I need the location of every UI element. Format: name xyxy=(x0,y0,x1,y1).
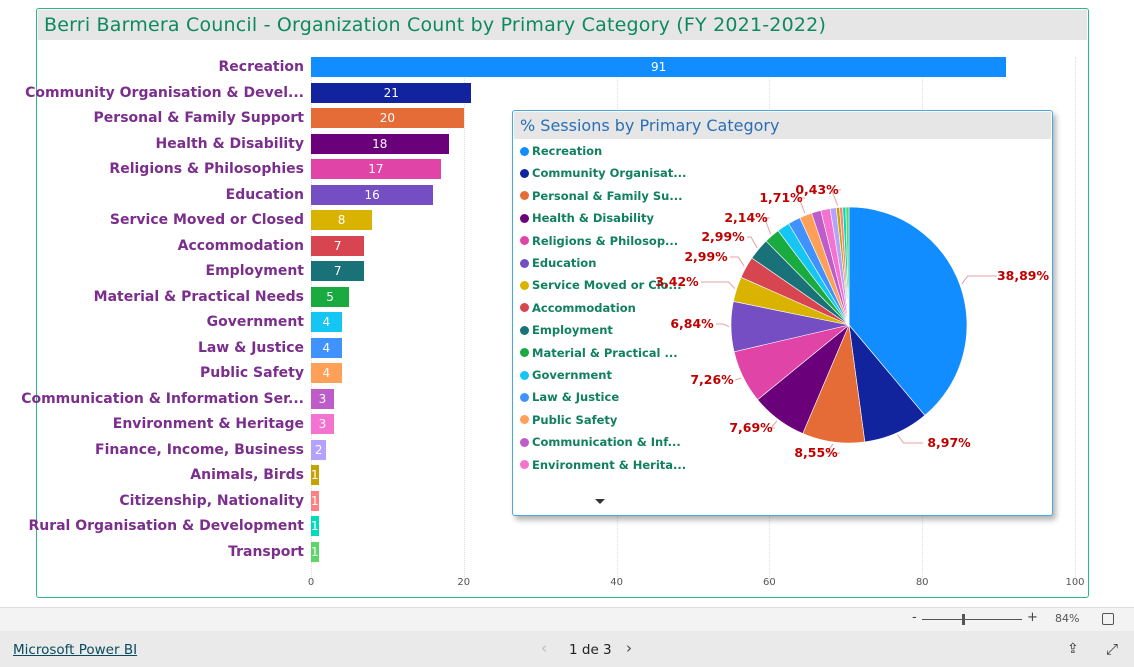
bar[interactable]: 3 xyxy=(311,388,334,409)
share-icon[interactable]: ⇪ xyxy=(1067,641,1079,657)
bar[interactable]: 7 xyxy=(311,261,365,281)
leader-line xyxy=(701,281,736,289)
category-label: Health & Disability xyxy=(155,135,304,152)
bar[interactable]: 4 xyxy=(311,363,342,383)
leader-line xyxy=(961,275,997,285)
category-label: Public Safety xyxy=(200,365,304,381)
pie-data-label: 2,14% xyxy=(724,210,768,225)
pie-data-label: 7,69% xyxy=(729,420,773,435)
bar[interactable]: 1 xyxy=(311,465,319,485)
x-tick-label: 40 xyxy=(610,577,623,588)
x-tick-label: 100 xyxy=(1065,577,1085,588)
pie-data-label: 2,99% xyxy=(684,249,728,264)
leader-line xyxy=(735,377,742,381)
category-label: Employment xyxy=(205,263,304,279)
pie-data-label: 2,99% xyxy=(701,229,745,244)
zoom-level: 84% xyxy=(1055,612,1080,625)
bar[interactable]: 21 xyxy=(311,82,472,103)
category-label: Transport xyxy=(228,543,304,560)
fullscreen-icon[interactable]: ⤢ xyxy=(1106,640,1118,658)
x-tick-label: 60 xyxy=(763,577,776,588)
next-page-icon[interactable]: › xyxy=(626,639,632,657)
bar[interactable]: 1 xyxy=(311,490,319,511)
bar[interactable]: 5 xyxy=(311,286,350,307)
pie-data-label: 8,55% xyxy=(794,445,838,460)
pie-chart: 38,89% 8,97% 8,55% 7,69% 7,26% 6,84% 3,42% 2,99… xyxy=(655,182,1050,460)
category-label: Environment & Heritage xyxy=(112,416,304,432)
bar[interactable]: 16 xyxy=(311,184,434,205)
prev-page-icon[interactable]: ‹ xyxy=(541,639,547,657)
bar[interactable]: 4 xyxy=(311,312,342,332)
zoom-slider[interactable] xyxy=(922,614,1022,625)
bar[interactable]: 3 xyxy=(311,414,334,434)
gridline xyxy=(463,57,465,585)
bar-chart-title: Berri Barmera Council - Organization Cou… xyxy=(38,10,1087,40)
bar[interactable]: 1 xyxy=(311,516,319,536)
category-label: Religions & Philosophies xyxy=(109,161,304,177)
footer: Microsoft Power BI ‹ 1 de 3 › ⇪ ⤢ xyxy=(0,631,1134,667)
bar[interactable]: 18 xyxy=(311,133,449,154)
bar[interactable]: 1 xyxy=(311,541,319,562)
leader-line xyxy=(747,236,758,249)
gridline xyxy=(1075,57,1076,585)
leader-line xyxy=(897,434,923,444)
pie-data-label: 8,97% xyxy=(927,435,971,450)
category-label: Community Organisation & Devel... xyxy=(25,84,304,101)
category-label: Accommodation xyxy=(177,237,304,254)
category-label: Recreation xyxy=(218,59,305,75)
zoom-in-button[interactable]: + xyxy=(1027,610,1038,625)
zoom-slider-handle[interactable] xyxy=(962,614,965,625)
category-label: Material & Practical Needs xyxy=(93,288,304,305)
zoom-bar: - + 84% xyxy=(0,607,1134,632)
category-label: Law & Justice xyxy=(197,339,304,356)
pie-data-label: 3,42% xyxy=(655,274,699,289)
pie-chart-visual[interactable]: % Sessions by Primary Category Recreatio… xyxy=(512,110,1053,516)
fit-to-page-icon[interactable] xyxy=(1102,613,1114,625)
page-indicator: 1 de 3 xyxy=(569,642,612,658)
x-tick-label: 20 xyxy=(457,577,471,588)
category-label: Communication & Information Ser... xyxy=(21,390,304,407)
leader-line xyxy=(716,323,730,328)
zoom-out-button[interactable]: - xyxy=(912,610,917,625)
category-label: Education xyxy=(225,186,304,203)
leader-line xyxy=(730,256,745,267)
bar[interactable]: 8 xyxy=(311,210,373,230)
power-bi-link[interactable]: Microsoft Power BI xyxy=(13,642,137,658)
bar[interactable]: 20 xyxy=(311,108,464,128)
x-tick-label: 80 xyxy=(915,577,929,588)
bar[interactable]: 7 xyxy=(311,235,365,256)
category-label: Animals, Birds xyxy=(190,467,304,483)
category-label: Finance, Income, Business xyxy=(95,441,304,458)
pie-data-label: 0,43% xyxy=(795,182,839,197)
x-tick-label: 0 xyxy=(307,577,315,588)
bar[interactable]: 91 xyxy=(311,57,1007,77)
bar[interactable]: 2 xyxy=(311,439,327,460)
category-label: Citizenship, Nationality xyxy=(119,492,304,509)
category-label: Government xyxy=(206,314,304,330)
category-label: Rural Organisation & Development xyxy=(28,518,304,534)
category-label: Service Moved or Closed xyxy=(109,212,304,228)
bar[interactable]: 17 xyxy=(311,159,441,179)
bar[interactable]: 4 xyxy=(311,337,342,358)
pie-data-label: 6,84% xyxy=(670,316,714,331)
category-label: Personal & Family Support xyxy=(93,110,304,126)
pie-data-label: 7,26% xyxy=(690,372,734,387)
pie-data-label: 38,89% xyxy=(997,268,1050,283)
